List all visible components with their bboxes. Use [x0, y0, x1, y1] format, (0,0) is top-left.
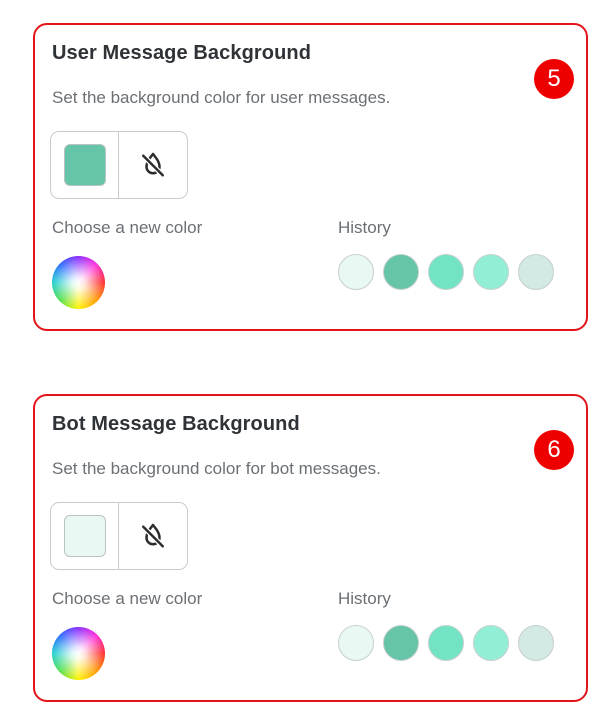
current-color-button[interactable] — [51, 132, 119, 198]
history-label: History — [338, 589, 391, 608]
no-color-drop-icon — [141, 523, 165, 549]
step-badge: 6 — [534, 430, 574, 470]
history-color-swatch[interactable] — [428, 254, 464, 290]
history-color-swatch[interactable] — [428, 625, 464, 661]
history-color-swatch[interactable] — [473, 254, 509, 290]
history-color-swatch[interactable] — [383, 625, 419, 661]
history-color-swatch[interactable] — [338, 625, 374, 661]
history-color-swatch[interactable] — [518, 254, 554, 290]
card-title: User Message Background — [52, 42, 312, 64]
choose-color-label: Choose a new color — [52, 218, 203, 237]
current-color-swatch — [63, 515, 106, 557]
color-history — [338, 625, 554, 661]
choose-color-label: Choose a new color — [52, 589, 203, 608]
color-picker-control — [50, 502, 188, 570]
color-picker-control — [50, 131, 188, 199]
user-message-background-card: User Message Background Set the backgrou… — [33, 23, 588, 331]
color-history — [338, 254, 554, 290]
clear-color-button[interactable] — [119, 132, 187, 198]
history-color-swatch[interactable] — [338, 254, 374, 290]
card-description: Set the background color for user messag… — [52, 88, 391, 107]
history-label: History — [338, 218, 391, 237]
step-badge: 5 — [534, 59, 574, 99]
card-description: Set the background color for bot message… — [52, 459, 381, 478]
current-color-button[interactable] — [51, 503, 119, 569]
color-wheel-icon[interactable] — [52, 256, 105, 309]
card-title: Bot Message Background — [52, 413, 300, 435]
current-color-swatch — [63, 144, 106, 186]
no-color-drop-icon — [141, 152, 165, 178]
history-color-swatch[interactable] — [518, 625, 554, 661]
history-color-swatch[interactable] — [383, 254, 419, 290]
bot-message-background-card: Bot Message Background Set the backgroun… — [33, 394, 588, 702]
clear-color-button[interactable] — [119, 503, 187, 569]
history-color-swatch[interactable] — [473, 625, 509, 661]
color-wheel-icon[interactable] — [52, 627, 105, 680]
